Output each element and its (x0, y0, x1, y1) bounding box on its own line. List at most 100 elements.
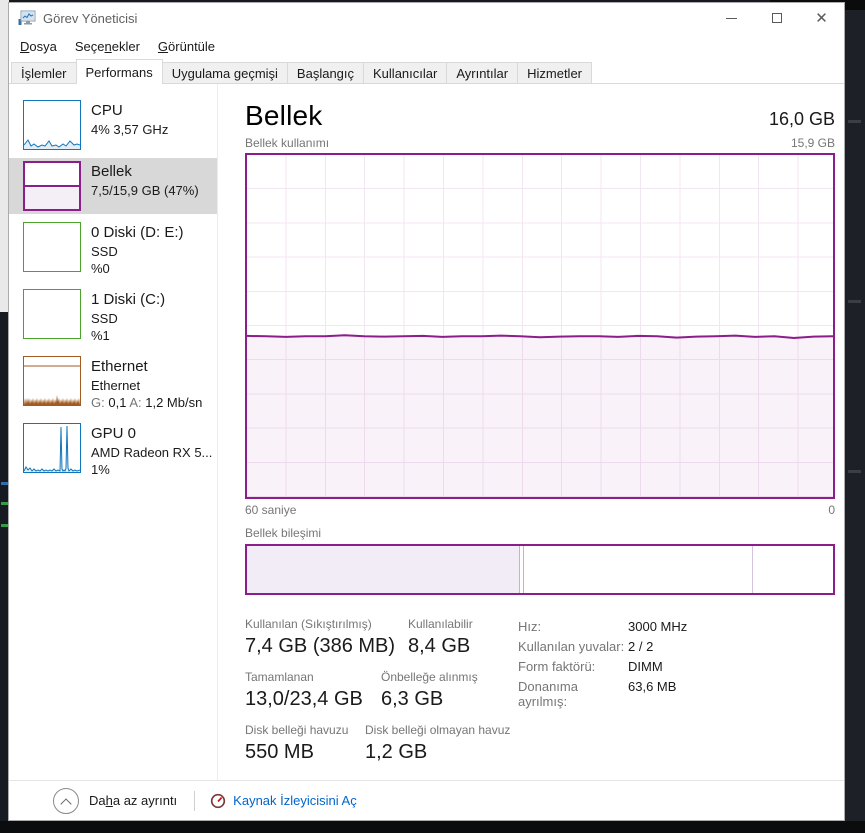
gpu-sparkline (23, 423, 81, 473)
sidebar-item-ethernet[interactable]: Ethernet Ethernet G: 0,1 A: 1,2 Mb/sn (9, 353, 217, 415)
resource-monitor-icon (211, 793, 226, 808)
footer-bar: Daha az ayrıntı Kaynak İzleyicisini Aç (9, 780, 844, 820)
maximize-icon (771, 13, 782, 23)
disk1-type: SSD (91, 311, 118, 326)
memory-capacity: 16,0 GB (768, 109, 835, 129)
minimize-icon (726, 17, 737, 19)
memory-sparkline (23, 161, 81, 211)
detail-value-slots: 2 / 2 (628, 639, 654, 654)
detail-value-speed: 3000 MHz (628, 619, 688, 634)
disk1-title: 1 Diski (C:) (91, 291, 166, 308)
close-icon: ✕ (815, 8, 828, 27)
sidebar-item-memory[interactable]: Bellek 7,5/15,9 GB (47%) (9, 158, 217, 214)
tab-strip: İşlemler Performans Uygulama geçmişi Baş… (9, 59, 844, 84)
fewer-details-label: Daha az ayrıntı (89, 793, 178, 808)
detail-label-hw-reserved: Donanıma ayrılmış: (518, 679, 578, 709)
detail-label-form-factor: Form faktörü: (518, 659, 596, 674)
menu-view[interactable]: Görüntüle (149, 36, 224, 57)
chevron-up-icon (53, 787, 79, 814)
usage-chart-max: 15,9 GB (790, 136, 835, 150)
background-speck (1, 502, 8, 505)
stat-value-used: 7,4 GB (386 MB) (245, 635, 396, 657)
window-title: Görev Yöneticisi (43, 10, 138, 26)
title-bar[interactable]: Görev Yöneticisi ✕ (9, 3, 844, 33)
tab-app-history[interactable]: Uygulama geçmişi (161, 62, 288, 83)
fewer-details-button[interactable]: Daha az ayrıntı (53, 787, 178, 814)
memory-detail-panel: Bellek 16,0 GB Bellek kullanımı 15,9 GB … (218, 84, 844, 780)
performance-content: CPU 4% 3,57 GHz Bellek 7,5/15,9 GB (47%)… (9, 84, 844, 780)
sidebar-item-gpu[interactable]: GPU 0 AMD Radeon RX 5... 1% (9, 420, 217, 482)
composition-segment-in-use (247, 546, 521, 593)
composition-label: Bellek bileşimi (245, 526, 322, 540)
memory-usage-line (247, 334, 833, 340)
x-axis-right-label: 0 (828, 503, 835, 517)
minimize-button[interactable] (709, 3, 754, 33)
detail-label-speed: Hız: (518, 619, 542, 634)
tab-users[interactable]: Kullanıcılar (363, 62, 448, 83)
sidebar-item-disk1[interactable]: 1 Diski (C:) SSD %1 (9, 286, 217, 348)
sidebar-item-disk0[interactable]: 0 Diski (D: E:) SSD %0 (9, 219, 217, 281)
menu-file[interactable]: Dosya (11, 36, 66, 57)
gpu-usage: 1% (91, 462, 110, 477)
stat-label-non-paged-pool: Disk belleği olmayan havuz (365, 723, 511, 737)
menu-bar: Dosya Seçenekler Görüntüle (9, 33, 844, 59)
cpu-usage: 4% 3,57 GHz (91, 122, 169, 137)
stat-value-committed: 13,0/23,4 GB (245, 688, 363, 710)
background-panel-dark (845, 0, 865, 833)
memory-composition-bar[interactable] (245, 544, 835, 595)
disk0-title: 0 Diski (D: E:) (91, 224, 184, 241)
task-manager-window: Görev Yöneticisi ✕ Dosya Seçenekler Görü… (8, 2, 845, 821)
tab-performance[interactable]: Performans (75, 59, 163, 84)
performance-sidebar: CPU 4% 3,57 GHz Bellek 7,5/15,9 GB (47%)… (9, 84, 218, 780)
ethernet-throughput: G: 0,1 A: 1,2 Mb/sn (91, 395, 203, 410)
maximize-button[interactable] (754, 3, 799, 33)
ethernet-name: Ethernet (91, 378, 141, 393)
background-speck (1, 524, 8, 527)
task-manager-app-icon (18, 10, 36, 25)
stat-value-non-paged-pool: 1,2 GB (365, 741, 428, 763)
background-bottom-dark (0, 821, 865, 833)
tab-processes[interactable]: İşlemler (11, 62, 77, 83)
open-resource-monitor-label: Kaynak İzleyicisini Aç (233, 793, 357, 808)
tab-startup[interactable]: Başlangıç (286, 62, 365, 83)
stat-value-available: 8,4 GB (408, 635, 471, 657)
disk1-sparkline (23, 289, 81, 339)
disk0-sparkline (23, 222, 81, 272)
gpu-name: AMD Radeon RX 5... (91, 445, 213, 460)
cpu-title: CPU (91, 102, 123, 119)
menu-options[interactable]: Seçenekler (66, 36, 149, 57)
ethernet-title: Ethernet (91, 358, 148, 375)
memory-stats: Kullanılan (Sıkıştırılmış) 7,4 GB (386 M… (245, 617, 835, 764)
detail-value-hw-reserved: 63,6 MB (628, 679, 677, 694)
composition-segment-standby (524, 546, 753, 593)
composition-segment-free (752, 546, 833, 593)
stat-label-available: Kullanılabilir (408, 617, 473, 631)
stat-label-committed: Tamamlanan (245, 670, 314, 684)
memory-hardware-details: Hız: 3000 MHz Kullanılan yuvalar: 2 / 2 … (518, 619, 687, 714)
cpu-sparkline (23, 100, 81, 150)
footer-separator (194, 790, 196, 811)
memory-title: Bellek (91, 163, 132, 180)
memory-usage-chart[interactable] (245, 153, 835, 499)
sidebar-item-cpu[interactable]: CPU 4% 3,57 GHz (9, 97, 217, 153)
close-button[interactable]: ✕ (799, 3, 844, 33)
disk0-type: SSD (91, 244, 118, 259)
disk1-usage: %1 (91, 328, 110, 343)
ethernet-sparkline (23, 356, 81, 406)
x-axis-left-label: 60 saniye (245, 503, 297, 517)
detail-label-slots: Kullanılan yuvalar: (518, 639, 625, 654)
tab-services[interactable]: Hizmetler (517, 62, 593, 83)
tab-details[interactable]: Ayrıntılar (446, 62, 519, 83)
detail-value-form-factor: DIMM (628, 659, 663, 674)
stat-label-paged-pool: Disk belleği havuzu (245, 723, 349, 737)
gpu-title: GPU 0 (91, 425, 137, 442)
stat-value-paged-pool: 550 MB (245, 741, 314, 763)
disk0-usage: %0 (91, 261, 110, 276)
open-resource-monitor-link[interactable]: Kaynak İzleyicisini Aç (210, 793, 357, 809)
stat-label-cached: Önbelleğe alınmış (381, 670, 478, 684)
stat-value-cached: 6,3 GB (381, 688, 444, 710)
stat-label-used: Kullanılan (Sıkıştırılmış) (245, 617, 372, 631)
page-title: Bellek (245, 100, 323, 131)
usage-chart-label: Bellek kullanımı (245, 136, 330, 150)
memory-usage: 7,5/15,9 GB (47%) (91, 183, 199, 198)
